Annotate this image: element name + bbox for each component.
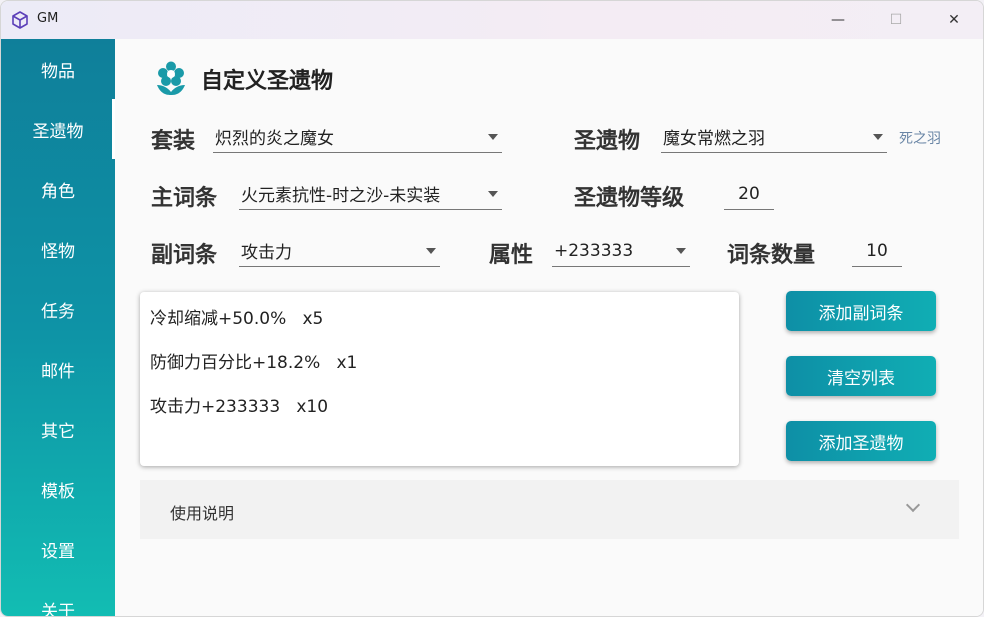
- sidebar-item-other[interactable]: 其它: [1, 399, 115, 459]
- maximize-icon: ☐: [889, 12, 903, 28]
- main-content: 自定义圣遗物 套装 炽烈的炎之魔女 圣遗物 魔女常燃之羽 死之羽 主词条 火元素…: [115, 39, 983, 616]
- artifact-select-value: 魔女常燃之羽: [663, 129, 765, 149]
- sub-stat-select-value: 攻击力: [241, 243, 292, 263]
- sidebar-item-settings[interactable]: 设置: [1, 519, 115, 579]
- page-header: 自定义圣遗物: [155, 61, 333, 97]
- main-stat-label: 主词条: [151, 186, 218, 211]
- add-sub-stat-button[interactable]: 添加副词条: [786, 291, 936, 331]
- set-label: 套装: [151, 129, 196, 154]
- artifact-label: 圣遗物: [574, 129, 641, 154]
- chevron-down-icon: [676, 248, 686, 254]
- sidebar-item-monsters[interactable]: 怪物: [1, 219, 115, 279]
- attribute-label: 属性: [489, 243, 534, 268]
- artifact-slot-hint: 死之羽: [899, 131, 941, 147]
- sidebar-item-quests[interactable]: 任务: [1, 279, 115, 339]
- chevron-down-icon: [488, 134, 498, 140]
- attribute-select-value: +233333: [554, 240, 634, 261]
- chevron-down-icon: [488, 191, 498, 197]
- sub-stat-count-label: 词条数量: [727, 243, 816, 268]
- sidebar-item-templates[interactable]: 模板: [1, 459, 115, 519]
- flower-icon: [157, 61, 185, 95]
- artifact-level-label: 圣遗物等级: [574, 186, 685, 211]
- app-window: GM — ☐ ✕ 物品 圣遗物 角色 怪物 任务 邮件 其它 模板 设置 关于: [0, 0, 984, 617]
- main-stat-select-value: 火元素抗性-时之沙-未实装: [241, 186, 441, 206]
- sidebar-item-about[interactable]: 关于: [1, 579, 115, 617]
- minimize-icon: —: [831, 12, 845, 28]
- close-button[interactable]: ✕: [931, 1, 977, 39]
- sub-stat-list[interactable]: 冷却缩减+50.0% x5 防御力百分比+18.2% x1 攻击力+233333…: [140, 292, 739, 466]
- maximize-button[interactable]: ☐: [873, 1, 919, 39]
- sidebar: 物品 圣遗物 角色 怪物 任务 邮件 其它 模板 设置 关于: [1, 39, 115, 617]
- list-item[interactable]: 冷却缩减+50.0% x5: [150, 304, 323, 329]
- artifact-select[interactable]: 魔女常燃之羽: [661, 121, 887, 153]
- minimize-button[interactable]: —: [815, 1, 861, 39]
- window-title: GM: [37, 11, 59, 26]
- sub-stat-label: 副词条: [151, 243, 218, 268]
- list-item[interactable]: 攻击力+233333 x10: [150, 392, 328, 417]
- page-title: 自定义圣遗物: [201, 69, 334, 94]
- main-stat-select[interactable]: 火元素抗性-时之沙-未实装: [239, 178, 502, 210]
- sidebar-item-characters[interactable]: 角色: [1, 159, 115, 219]
- sidebar-item-mail[interactable]: 邮件: [1, 339, 115, 399]
- title-bar[interactable]: GM — ☐ ✕: [1, 1, 983, 39]
- close-icon: ✕: [948, 12, 960, 28]
- instructions-label: 使用说明: [170, 504, 235, 523]
- sub-stat-count-input[interactable]: 10: [852, 235, 902, 267]
- chevron-down-icon[interactable]: [905, 497, 921, 513]
- attribute-select[interactable]: +233333: [552, 235, 690, 267]
- artifact-level-value: 20: [738, 183, 760, 204]
- clear-list-button[interactable]: 清空列表: [786, 356, 936, 396]
- cube-icon: [12, 11, 28, 29]
- set-select[interactable]: 炽烈的炎之魔女: [213, 121, 502, 153]
- chevron-down-icon: [873, 134, 883, 140]
- instructions-expander[interactable]: 使用说明: [140, 480, 959, 539]
- sub-stat-select[interactable]: 攻击力: [239, 235, 440, 267]
- add-artifact-button[interactable]: 添加圣遗物: [786, 421, 936, 461]
- set-select-value: 炽烈的炎之魔女: [215, 129, 334, 149]
- sidebar-item-items[interactable]: 物品: [1, 39, 115, 99]
- chevron-down-icon: [426, 248, 436, 254]
- sidebar-item-artifacts[interactable]: 圣遗物: [1, 99, 115, 159]
- artifact-level-input[interactable]: 20: [724, 178, 774, 210]
- sub-stat-count-value: 10: [866, 240, 888, 261]
- list-item[interactable]: 防御力百分比+18.2% x1: [150, 348, 357, 373]
